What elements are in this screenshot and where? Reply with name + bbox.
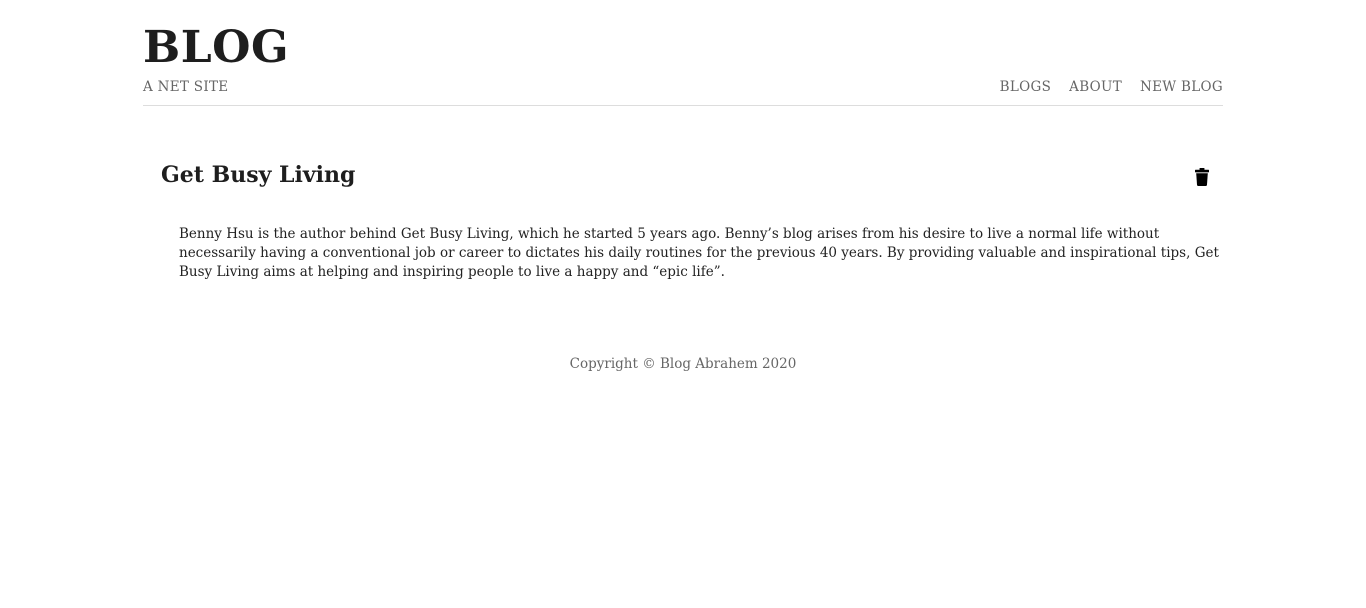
footer-copyright: Copyright © Blog Abrahem 2020 <box>569 356 797 372</box>
trash-icon <box>1195 168 1209 186</box>
nav-link-new-blog[interactable]: NEW BLOG <box>1140 79 1223 95</box>
post-title: Get Busy Living <box>161 162 356 188</box>
main-nav: BLOGS ABOUT NEW BLOG <box>1000 79 1223 95</box>
site-tagline: A NET SITE <box>143 79 229 95</box>
post-body: Benny Hsu is the author behind Get Busy … <box>179 226 1219 280</box>
header-divider <box>143 105 1223 106</box>
site-title[interactable]: BLOG <box>143 22 289 74</box>
nav-link-blogs[interactable]: BLOGS <box>1000 79 1052 95</box>
nav-link-about[interactable]: ABOUT <box>1069 79 1122 95</box>
delete-post-button[interactable] <box>1195 167 1211 187</box>
